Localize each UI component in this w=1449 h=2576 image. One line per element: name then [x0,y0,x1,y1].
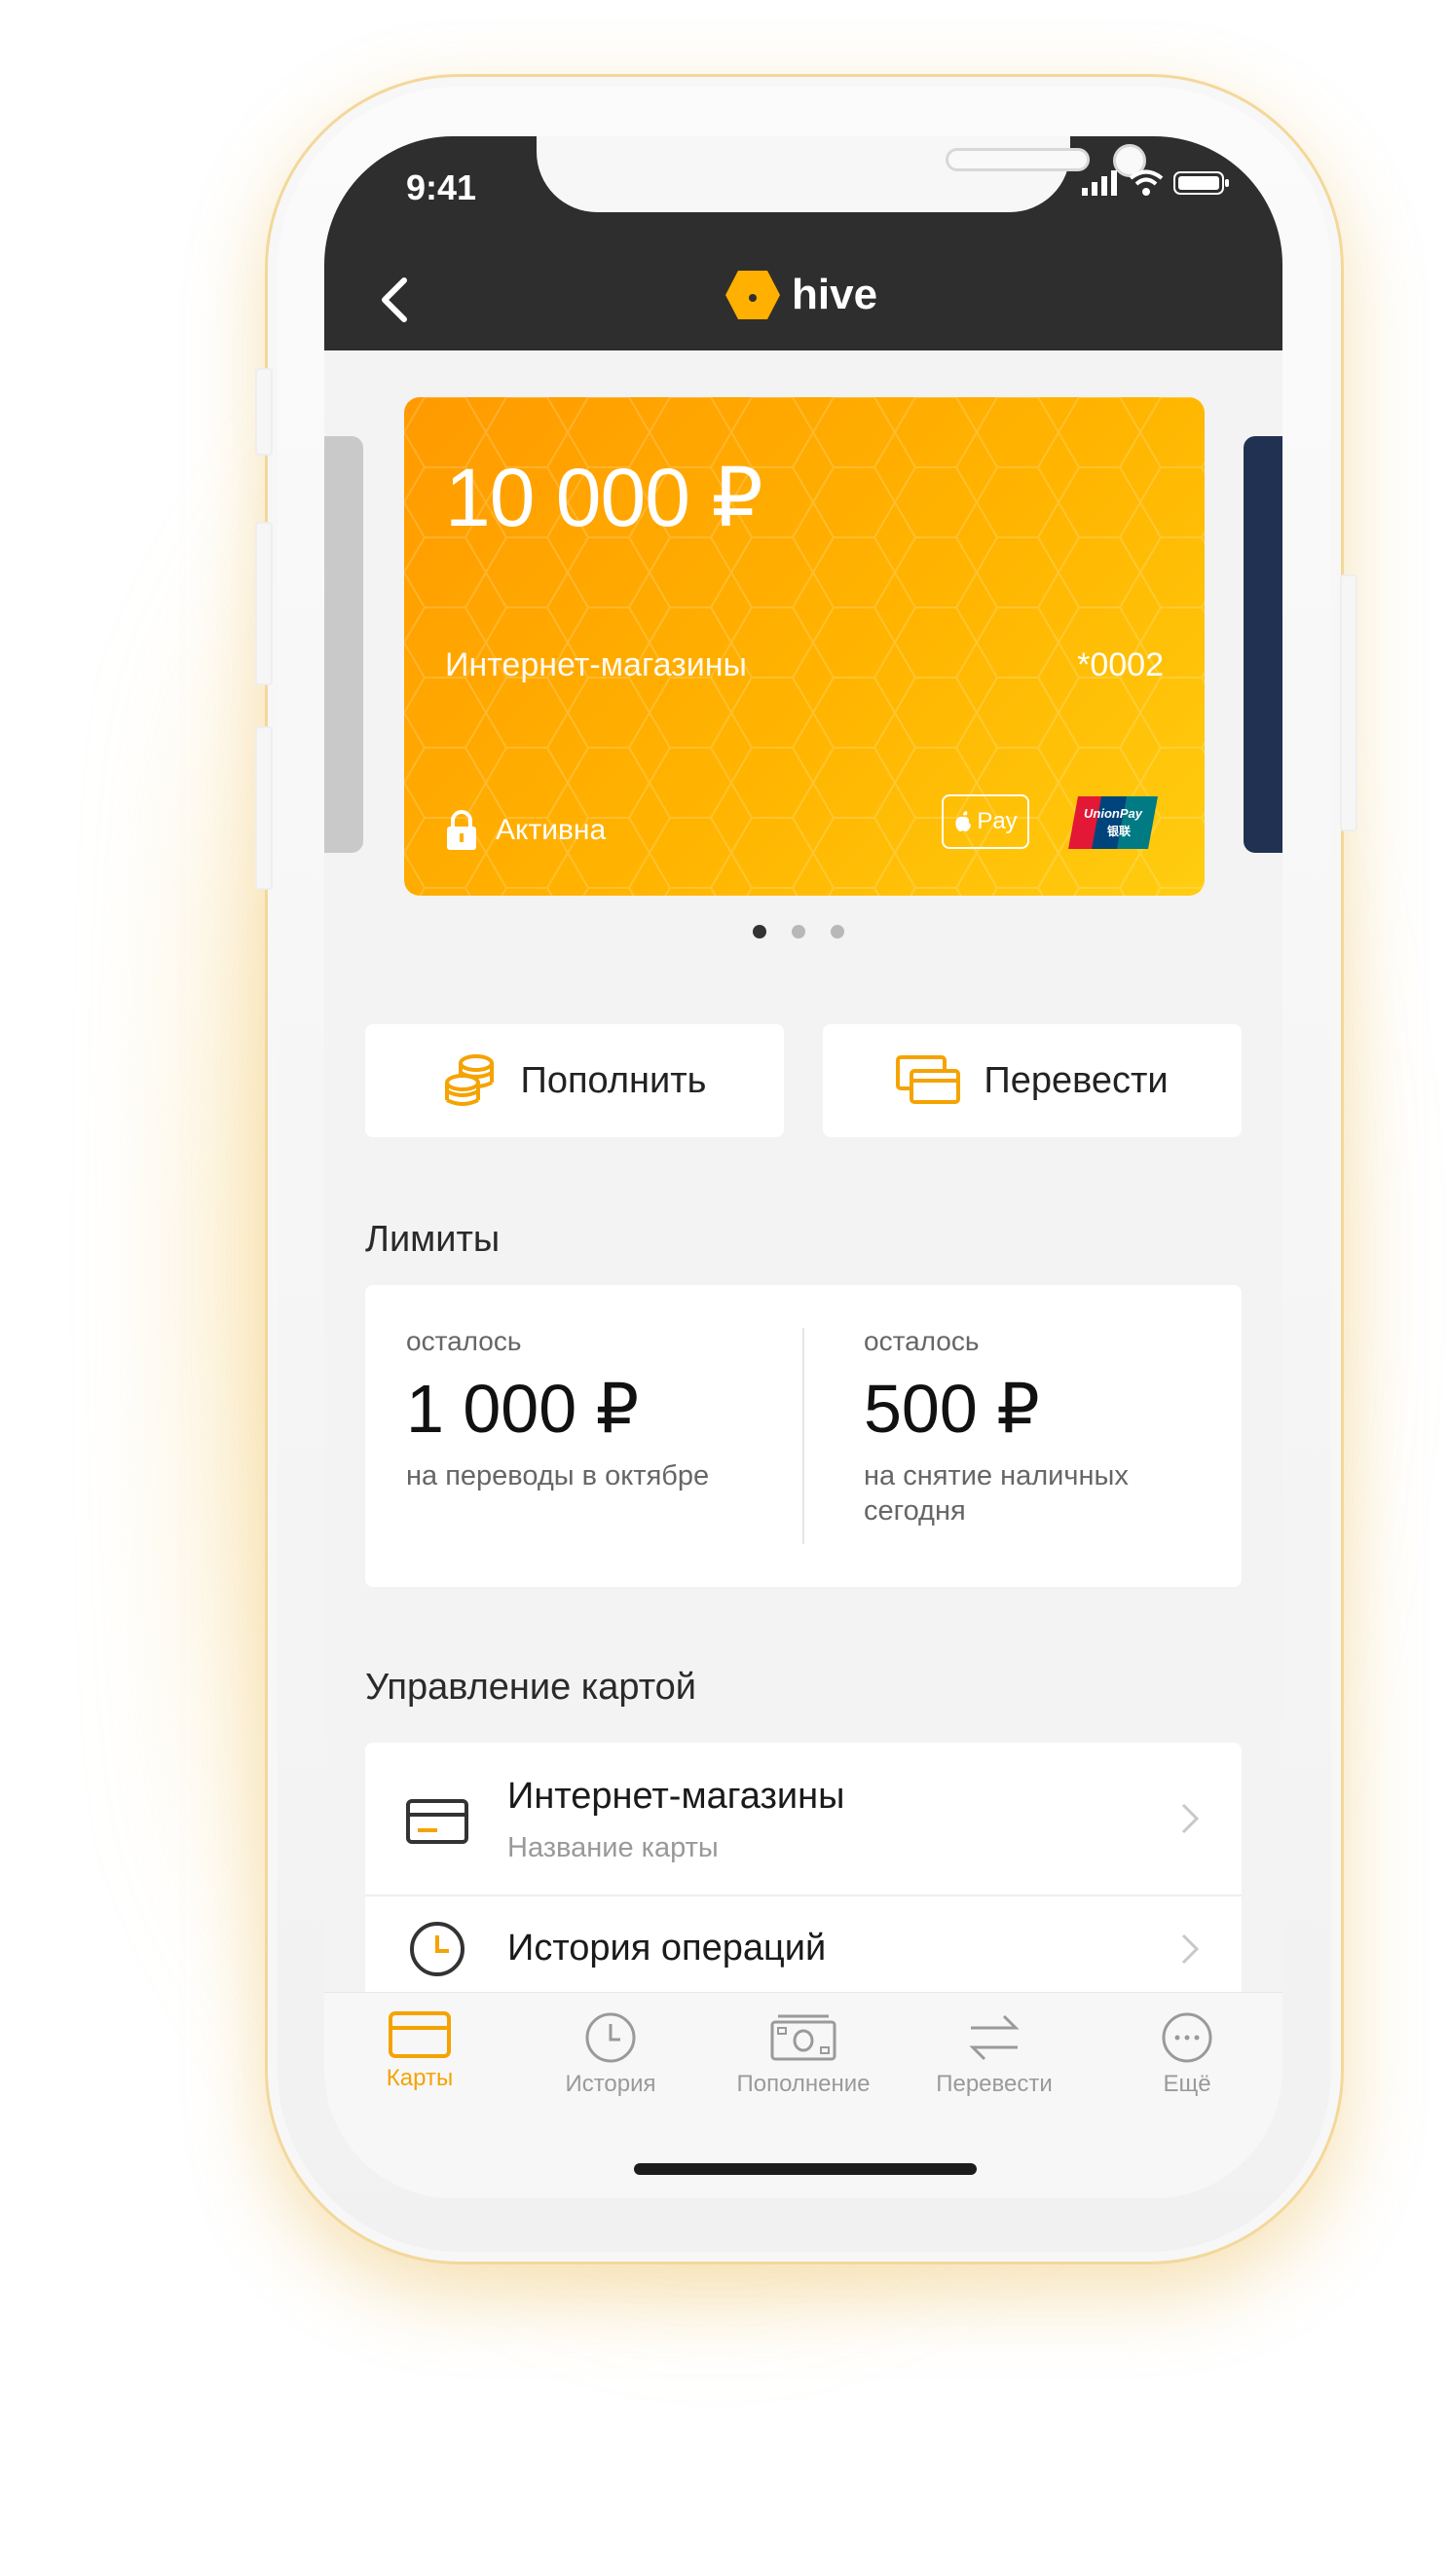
tab-label: Ещё [1163,2071,1211,2097]
transfer-label: Перевести [984,1059,1169,1101]
speaker [946,148,1090,171]
brand-name: hive [792,271,878,318]
card-name: Интернет-магазины [445,646,747,683]
transfer-limit: осталось 1 000 ₽ на переводы в октябре [406,1326,757,1493]
limit-description: на переводы в октябре [406,1460,710,1491]
tab-label: Пополнение [736,2071,871,2097]
power-button [1340,574,1357,831]
carousel-dot[interactable] [831,925,844,938]
topup-label: Пополнить [520,1059,707,1101]
tab-topup[interactable]: Пополнение [708,1993,899,2119]
coins-icon [444,1054,494,1106]
notch [537,136,1146,212]
card-status: Активна [445,810,606,851]
list-item[interactable]: Интернет-магазины Название карты [365,1743,1242,1896]
battery-icon [1173,171,1229,195]
banknote-icon [770,2014,836,2061]
wifi-icon [1129,169,1164,196]
unionpay-logo-icon: UnionPay 银联 [1068,796,1158,849]
list-item-title: Интернет-магазины [507,1776,845,1817]
tab-label: Перевести [936,2071,1053,2097]
volume-down-button [255,726,273,890]
card-status-label: Активна [496,814,607,846]
clock-icon [585,2012,636,2063]
previous-card-peek[interactable] [324,436,363,853]
lock-icon [447,810,476,850]
card-balance: 10 000 ₽ [445,452,763,543]
tab-label: История [565,2071,656,2097]
bank-card[interactable]: 10 000 ₽ Интернет-магазины *0002 Активна… [404,397,1205,896]
tab-cards[interactable]: Карты [324,1993,515,2119]
divider [802,1328,804,1544]
limits-panel: осталось 1 000 ₽ на переводы в октябре о… [365,1285,1242,1587]
hive-hexagon-icon [725,271,780,319]
apple-pay-label: Pay [977,808,1018,834]
more-icon [1162,2012,1212,2063]
back-arrow-icon[interactable] [365,271,424,329]
home-indicator[interactable] [634,2163,977,2175]
tab-label: Карты [386,2065,454,2091]
apple-pay-badge: Pay [942,794,1029,849]
app-header: 9:41 hive [324,136,1282,350]
signal-icon [1082,170,1117,196]
card-number: *0002 [1077,646,1164,683]
topup-button[interactable]: Пополнить [365,1024,784,1137]
mute-switch [255,368,273,456]
chevron-right-icon [1181,1803,1200,1834]
svg-text:UnionPay: UnionPay [1084,806,1143,821]
brand-logo: hive [724,269,877,321]
apple-logo-icon [955,811,972,831]
tab-history[interactable]: История [515,1993,706,2119]
cash-limit: осталось 500 ₽ на снятие наличных сегодн… [864,1326,1214,1528]
card-icon [389,2011,451,2058]
status-time: 9:41 [406,167,477,207]
transfer-arrows-icon [969,2014,1020,2061]
clock-icon [410,1922,464,1976]
limit-value: 1 000 ₽ [406,1371,640,1447]
manage-title: Управление картой [365,1667,697,1708]
tab-transfer[interactable]: Перевести [899,1993,1090,2119]
cards-stack-icon [896,1055,961,1104]
svg-text:银联: 银联 [1107,824,1131,838]
limit-label: осталось [864,1326,980,1356]
next-card-peek[interactable] [1244,436,1282,853]
carousel-indicator [753,925,844,938]
main-content: 10 000 ₽ Интернет-магазины *0002 Активна… [324,350,1282,2132]
limit-value: 500 ₽ [864,1371,1040,1447]
card-icon [406,1799,468,1844]
tab-more[interactable]: Ещё [1092,1993,1282,2119]
volume-up-button [255,522,273,685]
limit-label: осталось [406,1326,522,1356]
limit-description: на снятие наличных сегодня [864,1460,1129,1527]
phone-screen: 9:41 hive 10 000 ₽ Интернет-магазины *00… [324,136,1282,2198]
limits-title: Лимиты [365,1219,501,1260]
system-icons [1082,169,1230,197]
carousel-dot[interactable] [792,925,805,938]
transfer-button[interactable]: Перевести [823,1024,1242,1137]
carousel-dot[interactable] [753,925,766,938]
chevron-right-icon [1181,1933,1200,1965]
list-item-title: История операций [507,1928,827,1969]
list-item-subtitle: Название карты [507,1832,719,1863]
